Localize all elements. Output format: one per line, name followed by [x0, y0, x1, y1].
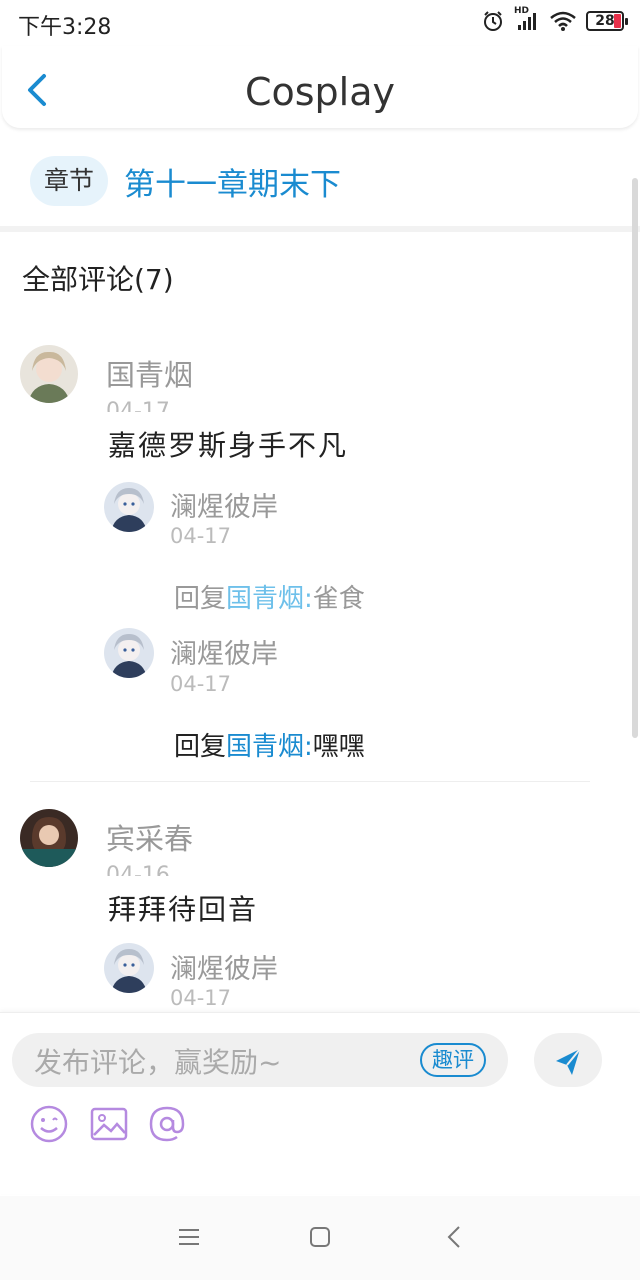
comments-header: 全部评论(7): [22, 263, 174, 296]
alarm-icon: [484, 11, 502, 31]
chapter-tag: 章节: [30, 156, 109, 206]
reply-colon: :: [304, 584, 313, 614]
reply-colon: :: [304, 732, 313, 762]
reply-prefix: 回复: [174, 732, 227, 762]
reply-body: 雀食: [312, 584, 365, 614]
comment-text: 嘉德罗斯身手不凡: [108, 429, 349, 462]
chapter-link[interactable]: 第十一章期末下: [124, 159, 341, 204]
reply-mention[interactable]: 国青烟: [226, 584, 304, 614]
send-icon: [556, 1048, 581, 1075]
reply-body: 嘿嘿: [312, 732, 365, 762]
section-divider: [0, 226, 640, 232]
emoji-icon[interactable]: [28, 1103, 70, 1145]
app-header: Cosplay: [2, 46, 638, 128]
reply-date: 04-17: [170, 524, 232, 548]
reply-mention[interactable]: 国青烟: [226, 732, 304, 762]
home-icon[interactable]: [305, 1222, 335, 1252]
comment-text: 拜拜待回音: [108, 893, 259, 926]
avatar[interactable]: [20, 345, 78, 403]
comment-input-panel: 发布评论，赢奖励~ 趣评: [0, 1012, 640, 1194]
scrollbar[interactable]: [632, 178, 638, 738]
status-time: 下午3:28: [18, 15, 112, 40]
avatar[interactable]: [20, 809, 78, 867]
reply-date: 04-17: [170, 986, 232, 1010]
reply-author[interactable]: 澜煋彼岸: [170, 632, 278, 671]
avatar[interactable]: [104, 482, 154, 532]
send-button[interactable]: [534, 1033, 602, 1087]
comment-author[interactable]: 国青烟: [106, 352, 193, 394]
image-icon[interactable]: [88, 1103, 130, 1145]
reply-date: 04-17: [170, 672, 232, 696]
reply-text: 回复国青烟:雀食: [174, 578, 365, 615]
reply-text: 回复国青烟:嘿嘿: [174, 726, 365, 763]
at-icon[interactable]: [146, 1103, 188, 1145]
wifi-icon: [550, 11, 576, 31]
avatar[interactable]: [104, 628, 154, 678]
chapter-row[interactable]: 章节 第十一章期末下: [30, 156, 341, 206]
battery-level: 28: [595, 13, 615, 29]
input-placeholder: 发布评论，赢奖励~: [34, 1046, 282, 1079]
menu-icon[interactable]: [174, 1222, 204, 1252]
battery-icon: 28: [586, 11, 628, 31]
avatar[interactable]: [104, 943, 154, 993]
reply-author[interactable]: 澜煋彼岸: [170, 947, 278, 986]
status-bar: 下午3:28 HD 28: [0, 0, 640, 46]
comment-date: 04-17: [106, 399, 170, 412]
page-title: Cosplay: [244, 70, 396, 114]
comment-date: 04-16: [106, 863, 170, 876]
status-icons: HD 28: [482, 6, 628, 32]
comment-separator: [30, 781, 590, 782]
comment-author[interactable]: 宾采春: [106, 816, 193, 858]
reply-author[interactable]: 澜煋彼岸: [170, 485, 278, 524]
reply-prefix: 回复: [174, 584, 227, 614]
comment-input[interactable]: 发布评论，赢奖励~ 趣评: [12, 1033, 508, 1087]
back-icon[interactable]: [440, 1222, 470, 1252]
quping-button[interactable]: 趣评: [420, 1043, 486, 1077]
system-nav-bar: [0, 1196, 640, 1280]
signal-icon: HD: [514, 6, 540, 32]
